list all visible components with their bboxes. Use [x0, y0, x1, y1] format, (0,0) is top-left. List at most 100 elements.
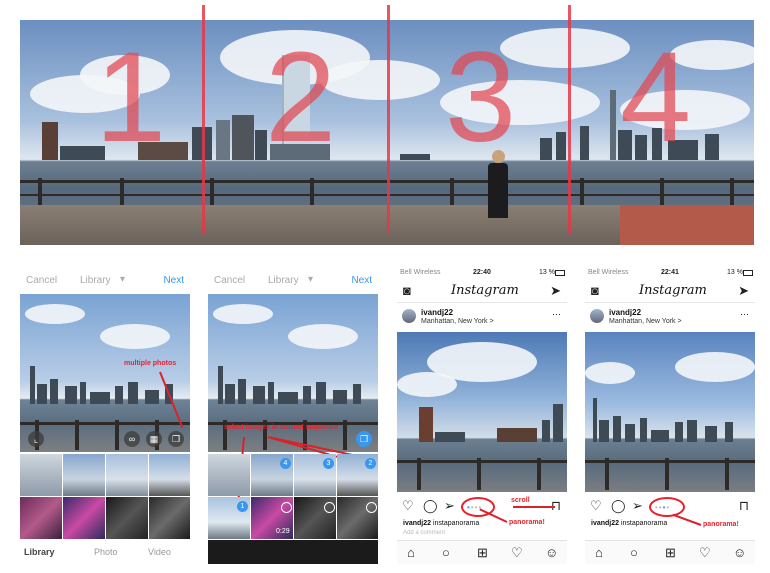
avatar[interactable] [402, 309, 416, 323]
search-icon[interactable]: ○ [630, 546, 638, 559]
multi-select-icon[interactable]: ❐ [168, 431, 184, 447]
direct-icon[interactable]: ➤ [738, 284, 749, 297]
post-username[interactable]: ivandj22 [609, 308, 641, 317]
segment-number-3: 3 [445, 26, 517, 169]
battery-label: 13 % [727, 269, 743, 276]
heart-icon[interactable]: ♡ [590, 499, 602, 512]
comment-hint[interactable]: Add a comment [403, 530, 445, 536]
thumbnail[interactable] [63, 454, 105, 496]
heart-icon[interactable]: ♡ [402, 499, 414, 512]
select-sequence-annotation: select images in correct sequence [224, 424, 338, 431]
more-options-icon[interactable]: ··· [740, 309, 749, 319]
caption-user[interactable]: ivandj22 [403, 520, 431, 527]
expand-icon[interactable]: ⌞ [28, 431, 44, 447]
post-location[interactable]: Manhattan, New York > [609, 318, 682, 325]
divider-line-2 [387, 5, 390, 233]
comment-icon[interactable]: ◯ [423, 499, 438, 512]
status-time: 22:41 [661, 269, 679, 276]
library-dropdown[interactable]: Library [80, 275, 111, 286]
video-duration: 0:29 [276, 528, 290, 535]
library-dropdown[interactable]: Library [268, 275, 299, 286]
avatar[interactable] [590, 309, 604, 323]
battery-icon [743, 270, 753, 276]
thumbnail[interactable] [149, 497, 190, 539]
selection-badge[interactable]: 3 [323, 458, 334, 469]
carrier-label: Bell Wireless [588, 269, 629, 276]
cancel-button[interactable]: Cancel [26, 275, 57, 286]
divider-line-3 [568, 5, 571, 233]
cancel-button[interactable]: Cancel [214, 275, 245, 286]
status-bar: Bell Wireless 22:41 13 % [585, 266, 755, 280]
picker-panel-2: Cancel Library ▾ Next ❐ select images in… [208, 266, 378, 564]
profile-icon[interactable]: ☺ [733, 546, 746, 559]
selection-circle[interactable] [324, 502, 335, 513]
scroll-annotation: scroll [511, 497, 530, 504]
home-icon[interactable]: ⌂ [407, 546, 415, 559]
activity-icon[interactable]: ♡ [511, 546, 523, 559]
segment-number-4: 4 [620, 26, 692, 169]
thumbnail[interactable] [149, 454, 190, 496]
chevron-down-icon[interactable]: ▾ [308, 274, 313, 285]
bottom-nav: ⌂ ○ ⊞ ♡ ☺ [585, 540, 755, 564]
thumbnail[interactable] [208, 454, 250, 496]
profile-icon[interactable]: ☺ [545, 546, 558, 559]
nav-bar: ◙ Instagram ➤ [397, 280, 567, 303]
selection-circle[interactable] [366, 502, 377, 513]
tab-photo[interactable]: Photo [94, 547, 118, 557]
caption-user[interactable]: ivandj22 [591, 520, 619, 527]
caption: ivandj22 instapanorama [591, 520, 667, 527]
add-icon[interactable]: ⊞ [477, 546, 488, 559]
bookmark-icon[interactable]: ⊓ [739, 499, 749, 512]
add-icon[interactable]: ⊞ [665, 546, 676, 559]
divider-line-1 [202, 5, 205, 233]
post-location[interactable]: Manhattan, New York > [421, 318, 494, 325]
activity-icon[interactable]: ♡ [699, 546, 711, 559]
nav-bar: ◙ Instagram ➤ [585, 280, 755, 303]
send-icon[interactable]: ➢ [632, 499, 643, 512]
post-image[interactable] [585, 332, 755, 492]
home-icon[interactable]: ⌂ [595, 546, 603, 559]
status-time: 22:40 [473, 269, 491, 276]
selection-badge[interactable]: 4 [280, 458, 291, 469]
segment-number-1: 1 [95, 26, 167, 169]
camera-icon[interactable]: ◙ [403, 284, 411, 297]
scroll-arrow [513, 506, 555, 508]
camera-icon[interactable]: ◙ [591, 284, 599, 297]
caption-text: instapanorama [432, 520, 480, 527]
feed-panel-2: Bell Wireless 22:41 13 % ◙ Instagram ➤ i… [585, 266, 755, 564]
thumbnail[interactable] [63, 497, 105, 539]
thumbnail[interactable] [106, 497, 148, 539]
battery-icon [555, 270, 565, 276]
multi-select-icon[interactable]: ❐ [356, 431, 372, 447]
selection-circle[interactable] [281, 502, 292, 513]
infinity-icon[interactable]: ∞ [124, 431, 140, 447]
tab-library[interactable]: Library [24, 547, 55, 557]
selected-photo-preview: ⌞ ∞ ▦ ❐ [20, 294, 190, 452]
instagram-logo: Instagram [451, 283, 519, 298]
comment-icon[interactable]: ◯ [611, 499, 626, 512]
next-button[interactable]: Next [351, 275, 372, 286]
post-header: ivandj22 Manhattan, New York > ··· [397, 304, 567, 330]
send-icon[interactable]: ➢ [444, 499, 455, 512]
post-username[interactable]: ivandj22 [421, 308, 453, 317]
tab-video[interactable]: Video [148, 547, 171, 557]
caption-text: instapanorama [620, 520, 668, 527]
layout-icon[interactable]: ▦ [146, 431, 162, 447]
segment-number-2: 2 [265, 26, 337, 169]
search-icon[interactable]: ○ [442, 546, 450, 559]
thumbnail[interactable] [20, 454, 62, 496]
direct-icon[interactable]: ➤ [550, 284, 561, 297]
selection-badge[interactable]: 2 [365, 458, 376, 469]
feed-panel-1: Bell Wireless 22:40 13 % ◙ Instagram ➤ i… [397, 266, 567, 564]
next-button[interactable]: Next [163, 275, 184, 286]
more-options-icon[interactable]: ··· [552, 309, 561, 319]
carousel-circle [649, 497, 685, 517]
post-image[interactable] [397, 332, 567, 492]
panorama-annotation: panorama! [509, 519, 545, 526]
thumbnail[interactable] [106, 454, 148, 496]
caption: ivandj22 instapanorama [403, 520, 479, 527]
multiple-photos-annotation: multiple photos [124, 360, 177, 367]
thumbnail[interactable] [20, 497, 62, 539]
selection-badge[interactable]: 1 [237, 501, 248, 512]
chevron-down-icon[interactable]: ▾ [120, 274, 125, 285]
